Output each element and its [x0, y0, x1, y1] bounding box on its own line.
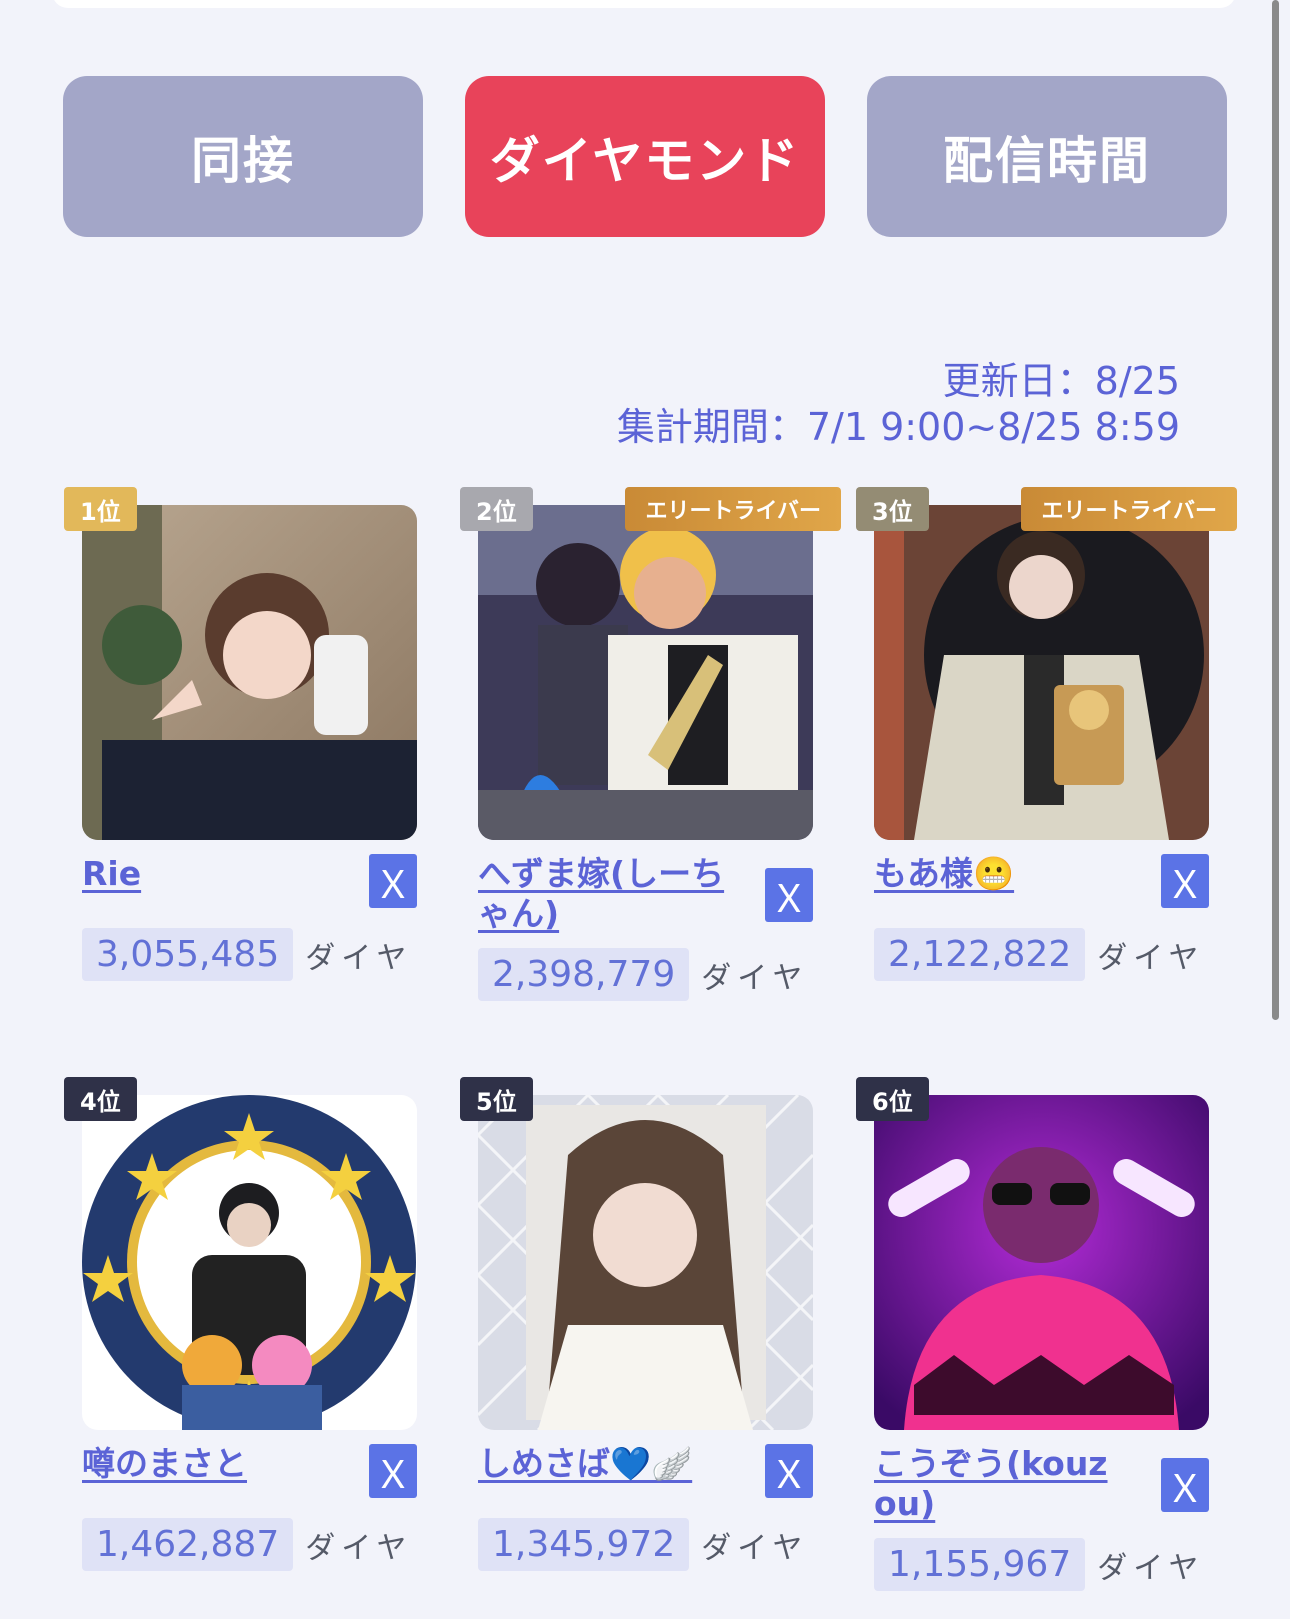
updated-date: 更新日：8/25 — [942, 359, 1180, 403]
x-icon[interactable]: Ｘ — [1161, 854, 1209, 908]
rank-badge: 1位 — [64, 487, 137, 531]
score-unit: ダイヤ — [701, 960, 809, 996]
diamond-score: 1,462,887 — [82, 1518, 294, 1571]
streamer-name-link[interactable]: Rie — [82, 854, 337, 894]
top-card — [52, 0, 1236, 8]
diamond-score: 1,345,972 — [478, 1518, 690, 1571]
streamer-name-link[interactable]: しめさば💙🪽 — [478, 1444, 733, 1484]
streamer-name-link[interactable]: もあ様😬 — [874, 854, 1129, 894]
ranking-card: 3位 エリートライバー もあ様😬 Ｘ 2,122,822 ダイヤ — [856, 487, 1237, 981]
elite-liver-badge: エリートライバー — [625, 487, 841, 531]
streamer-name-link[interactable]: こうぞう(kouzou) — [874, 1444, 1129, 1524]
avatar[interactable] — [478, 505, 813, 840]
score-unit: ダイヤ — [701, 1530, 809, 1566]
rank-badge: 2位 — [460, 487, 533, 531]
rank-badge: 6位 — [856, 1077, 929, 1121]
score-unit: ダイヤ — [1097, 940, 1205, 976]
rank-badge: 4位 — [64, 1077, 137, 1121]
x-icon[interactable]: Ｘ — [1161, 1458, 1209, 1512]
score-unit: ダイヤ — [305, 1530, 413, 1566]
x-icon[interactable]: Ｘ — [369, 1444, 417, 1498]
elite-liver-badge: エリートライバー — [1021, 487, 1237, 531]
x-icon[interactable]: Ｘ — [369, 854, 417, 908]
diamond-score: 1,155,967 — [874, 1538, 1086, 1591]
x-icon[interactable]: Ｘ — [765, 1444, 813, 1498]
aggregation-period: 集計期間：7/1 9:00~8/25 8:59 — [616, 405, 1180, 449]
scrollbar[interactable] — [1272, 0, 1279, 1020]
avatar[interactable] — [874, 505, 1209, 840]
ranking-card: 4位 噂のまさと Ｘ 1,462,887 ダイヤ — [64, 1077, 427, 1571]
avatar[interactable] — [82, 1095, 417, 1430]
rank-badge: 5位 — [460, 1077, 533, 1121]
rank-badge: 3位 — [856, 487, 929, 531]
score-unit: ダイヤ — [305, 940, 413, 976]
avatar[interactable] — [82, 505, 417, 840]
avatar[interactable] — [478, 1095, 813, 1430]
ranking-card: 5位 しめさば💙🪽 Ｘ 1,345,972 ダイヤ — [460, 1077, 823, 1571]
x-icon[interactable]: Ｘ — [765, 868, 813, 922]
avatar[interactable] — [874, 1095, 1209, 1430]
ranking-card: 2位 エリートライバー へずま嫁(しーちゃん) Ｘ 2,398,779 ダイヤ — [460, 487, 841, 1001]
diamond-score: 2,398,779 — [478, 948, 690, 1001]
tab-concurrent-viewers[interactable]: 同接 — [63, 76, 423, 237]
score-unit: ダイヤ — [1097, 1550, 1205, 1586]
streamer-name-link[interactable]: へずま嫁(しーちゃん) — [478, 854, 733, 934]
diamond-score: 3,055,485 — [82, 928, 294, 981]
ranking-card: 1位 Rie Ｘ 3,055,485 ダイヤ — [64, 487, 427, 981]
streamer-name-link[interactable]: 噂のまさと — [82, 1444, 337, 1484]
ranking-meta: 更新日：8/25 集計期間：7/1 9:00~8/25 8:59 — [617, 358, 1180, 450]
ranking-card: 6位 こうぞう(kouzou) Ｘ 1,155,967 ダイヤ — [856, 1077, 1219, 1591]
tab-diamond[interactable]: ダイヤモンド — [465, 76, 825, 237]
diamond-score: 2,122,822 — [874, 928, 1086, 981]
tab-stream-time[interactable]: 配信時間 — [867, 76, 1227, 237]
